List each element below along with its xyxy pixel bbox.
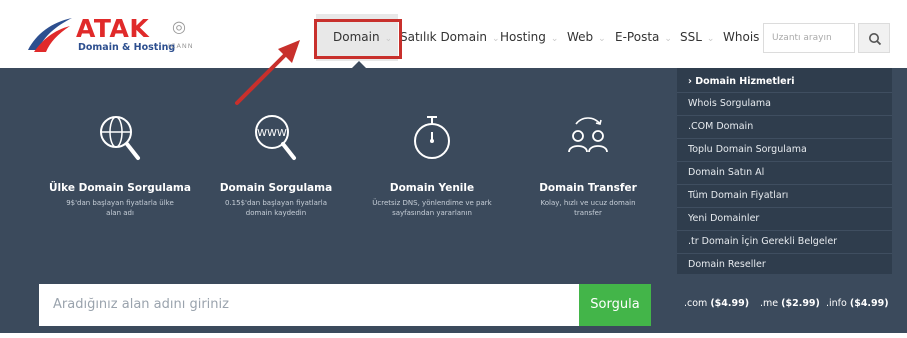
dropdown-item[interactable]: Toplu Domain Sorgulama: [688, 144, 807, 155]
price-com[interactable]: .com ($4.99): [684, 298, 749, 309]
nav-item-whois[interactable]: Whois: [723, 30, 759, 44]
nav-item-ssl[interactable]: SSL ⌄: [680, 30, 714, 44]
price-me[interactable]: .me ($2.99): [760, 298, 820, 309]
sorgula-button[interactable]: Sorgula: [579, 284, 651, 326]
price-tld: .com: [684, 298, 708, 309]
stopwatch-icon: [414, 116, 450, 159]
www-search-icon: WWW: [255, 115, 296, 160]
dropdown-item[interactable]: Domain Reseller: [688, 259, 766, 270]
dropdown-pointer: [352, 61, 366, 68]
chevron-down-icon: ⌄: [598, 34, 606, 44]
dropdown-item[interactable]: .COM Domain: [688, 121, 753, 132]
price-value: ($4.99): [710, 298, 750, 309]
nav-item-label: Satılık Domain: [400, 30, 488, 44]
price-info[interactable]: .info ($4.99): [826, 298, 889, 309]
chevron-down-icon: ⌄: [492, 34, 500, 44]
domain-dropdown-menu: › Domain Hizmetleri Whois Sorgulama .COM…: [677, 68, 892, 274]
site-header: ATAK ◎ Domain & Hosting ICANN Domain ⌄ Sa…: [0, 0, 907, 70]
dropdown-header-label: Domain Hizmetleri: [695, 76, 795, 87]
svg-text:WWW: WWW: [257, 128, 287, 139]
feature-domain-yenile[interactable]: Domain Yenile Ücretsiz DNS, yönlendime v…: [357, 108, 507, 218]
feature-desc: Ücretsiz DNS, yönlendime ve park sayfası…: [372, 199, 492, 217]
divider: [677, 92, 892, 93]
feature-domain-transfer[interactable]: Domain Transfer Kolay, hızlı ve ucuz dom…: [513, 108, 663, 218]
dropdown-item[interactable]: Tüm Domain Fiyatları: [688, 190, 788, 201]
divider: [677, 184, 892, 185]
feature-ulke-domain[interactable]: Ülke Domain Sorgulama 9$'dan başlayan fi…: [45, 108, 195, 218]
price-value: ($4.99): [849, 298, 889, 309]
nav-item-satilik-domain[interactable]: Satılık Domain ⌄: [400, 30, 500, 44]
dropdown-item[interactable]: Yeni Domainler: [688, 213, 759, 224]
feature-title: Domain Yenile: [389, 182, 475, 194]
globe-search-icon: [100, 116, 140, 160]
nav-item-label: SSL: [680, 30, 702, 44]
dropdown-item[interactable]: Domain Satın Al: [688, 167, 764, 178]
divider: [677, 138, 892, 139]
feature-domain-sorgulama[interactable]: WWW Domain Sorgulama 0.15$'dan başlayan …: [201, 108, 351, 218]
chevron-right-icon: ›: [688, 76, 692, 87]
feature-title: Domain Transfer: [539, 182, 637, 194]
dropdown-item[interactable]: .tr Domain İçin Gerekli Belgeler: [688, 236, 837, 247]
page-bottom-strip: [0, 333, 907, 338]
domain-search-input[interactable]: Aradığınız alan adını giriniz: [39, 284, 579, 326]
page: ATAK ◎ Domain & Hosting ICANN Domain ⌄ Sa…: [0, 0, 907, 338]
price-tld: .me: [760, 298, 779, 309]
nav-item-web[interactable]: Web ⌄: [567, 30, 606, 44]
main-nav: Domain ⌄ Satılık Domain ⌄ Hosting ⌄ Web ⌄ E-…: [0, 0, 907, 70]
domain-highlight-box: [314, 19, 402, 59]
dropdown-item[interactable]: Whois Sorgulama: [688, 98, 771, 109]
feature-desc: 0.15$'dan başlayan fiyatlarla domain kay…: [225, 199, 327, 217]
chevron-down-icon: ⌄: [664, 34, 672, 44]
search-button[interactable]: [858, 23, 890, 53]
chevron-down-icon: ⌄: [706, 34, 715, 44]
price-tld: .info: [826, 298, 847, 309]
dropdown-header: › Domain Hizmetleri: [688, 76, 795, 87]
feature-desc: 9$'dan başlayan fiyatlarla ülke alan adı: [66, 199, 174, 217]
chevron-down-icon: ⌄: [550, 34, 559, 44]
nav-item-label: Web: [567, 30, 594, 44]
feature-title: Domain Sorgulama: [219, 182, 333, 194]
feature-title: Ülke Domain Sorgulama: [49, 182, 191, 194]
feature-desc: Kolay, hızlı ve ucuz domain transfer: [540, 199, 636, 217]
nav-item-hosting[interactable]: Hosting ⌄: [500, 30, 558, 44]
nav-item-label: Hosting: [500, 30, 546, 44]
search-icon: [869, 33, 882, 46]
divider: [677, 115, 892, 116]
divider: [677, 161, 892, 162]
divider: [677, 207, 892, 208]
nav-item-label: E-Posta: [615, 30, 660, 44]
users-transfer-icon: [568, 117, 608, 153]
domain-hero: Ülke Domain Sorgulama 9$'dan başlayan fi…: [0, 68, 907, 338]
price-value: ($2.99): [781, 298, 820, 309]
extension-search-input[interactable]: Uzantı arayın: [763, 23, 855, 53]
divider: [677, 230, 892, 231]
nav-item-e-posta[interactable]: E-Posta ⌄: [615, 30, 672, 44]
divider: [677, 253, 892, 254]
